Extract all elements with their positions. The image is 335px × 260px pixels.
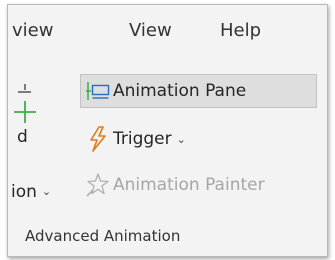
animation-painter-label: Animation Painter [113,175,265,195]
tab-review[interactable]: view [12,20,53,42]
trigger-label: Trigger [113,129,172,149]
add-animation-label: d [17,127,28,147]
ribbon-tab-bar: view View Help [8,5,327,61]
chevron-down-icon: ⌄ [176,132,186,146]
add-animation-label-line2: ion [11,182,37,202]
animation-pane-label: Animation Pane [113,81,247,101]
group-label-advanced-animation: Advanced Animation [25,227,181,245]
tab-help[interactable]: Help [220,20,261,42]
add-animation-dropdown[interactable]: ion ⌄ [11,182,51,202]
star-brush-icon [85,172,111,198]
tab-view[interactable]: View [129,20,172,42]
ribbon-window: view View Help d ion ⌄ Animation Pane Tr… [7,4,328,257]
chevron-down-icon: ⌄ [41,185,52,198]
animation-pane-button[interactable]: Animation Pane [80,74,317,108]
lightning-icon [85,126,111,152]
add-animation-plus-icon [12,83,36,129]
animation-pane-icon [85,78,111,104]
animation-painter-button: Animation Painter [80,168,265,202]
trigger-button[interactable]: Trigger ⌄ [80,122,186,156]
